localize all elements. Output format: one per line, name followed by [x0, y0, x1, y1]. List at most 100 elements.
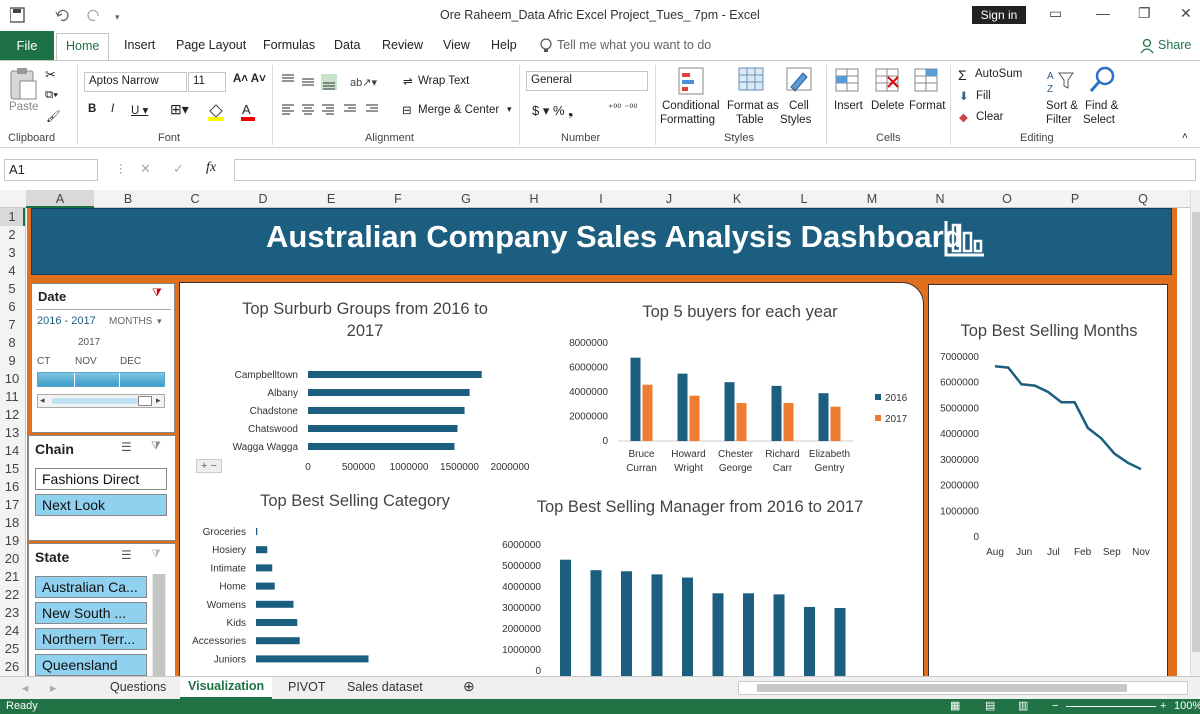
- fill-icon[interactable]: ⬇: [959, 89, 969, 103]
- sort-filter-icon[interactable]: AZ: [1047, 67, 1077, 97]
- format-painter-icon[interactable]: 🖌: [46, 109, 61, 123]
- tab-view[interactable]: View: [443, 38, 470, 52]
- col-header[interactable]: I: [586, 192, 616, 206]
- enter-icon[interactable]: ✓: [173, 161, 184, 177]
- row-header[interactable]: 2: [0, 227, 24, 242]
- prev-sheet-icon[interactable]: ◂: [22, 680, 28, 695]
- clear-button[interactable]: Clear: [976, 111, 1003, 123]
- find-select-icon[interactable]: [1088, 65, 1118, 97]
- row-header[interactable]: 3: [0, 245, 24, 260]
- zoom-out-icon[interactable]: −: [1052, 699, 1058, 714]
- merge-icon[interactable]: ⊟: [402, 103, 412, 117]
- sign-in-button[interactable]: Sign in: [972, 6, 1026, 24]
- tab-home[interactable]: Home: [56, 33, 110, 60]
- formula-input[interactable]: [234, 159, 1196, 181]
- slicer-item[interactable]: Next Look: [35, 494, 167, 516]
- slicer-item[interactable]: Northern Terr...: [35, 628, 147, 650]
- name-box[interactable]: A1: [4, 159, 98, 181]
- row-header[interactable]: 6: [0, 299, 24, 314]
- collapse-ribbon-icon[interactable]: ˄: [1182, 131, 1188, 142]
- chain-slicer[interactable]: Chain ☰ ⧩ Fashions Direct Next Look: [28, 435, 176, 541]
- page-break-icon[interactable]: ▥: [1018, 699, 1028, 714]
- cell-styles-label[interactable]: Cell: [789, 100, 809, 112]
- fill-button[interactable]: Fill: [976, 90, 991, 102]
- tab-help[interactable]: Help: [491, 38, 517, 52]
- insert-cells-label[interactable]: Insert: [834, 100, 863, 112]
- row-header[interactable]: 8: [0, 335, 24, 350]
- borders-icon[interactable]: ⊞▾: [170, 101, 189, 118]
- row-header[interactable]: 15: [0, 461, 24, 476]
- expand-collapse-icon[interactable]: + −: [196, 459, 222, 473]
- row-header[interactable]: 10: [0, 371, 24, 386]
- sheet-tab[interactable]: Questions: [110, 680, 166, 694]
- col-header[interactable]: K: [722, 192, 752, 206]
- currency-icon[interactable]: $ ▾ % ❟: [532, 103, 573, 119]
- row-header[interactable]: 7: [0, 317, 24, 332]
- row-header[interactable]: 12: [0, 407, 24, 422]
- restore-icon[interactable]: ❐: [1138, 5, 1151, 22]
- tab-page-layout[interactable]: Page Layout: [176, 38, 246, 52]
- horizontal-scrollbar[interactable]: [738, 681, 1188, 695]
- row-header[interactable]: 22: [0, 587, 24, 602]
- alignment-icons[interactable]: ab↗▾: [280, 73, 380, 133]
- tell-me-search[interactable]: Tell me what you want to do: [557, 38, 711, 52]
- italic-icon[interactable]: I: [111, 103, 114, 115]
- row-header[interactable]: 26: [0, 659, 24, 674]
- vertical-scrollbar[interactable]: [1190, 190, 1200, 676]
- autosum-button[interactable]: AutoSum: [975, 68, 1022, 80]
- timeline-scrollbar[interactable]: ◂ ▸: [37, 394, 165, 408]
- col-header[interactable]: B: [113, 192, 143, 206]
- copy-icon[interactable]: ⧉▾: [45, 89, 58, 102]
- col-header[interactable]: H: [519, 192, 549, 206]
- delete-cells-label[interactable]: Delete: [871, 100, 904, 112]
- find-select-label[interactable]: Find &: [1085, 100, 1118, 112]
- page-layout-icon[interactable]: ▤: [985, 699, 995, 714]
- row-header[interactable]: 25: [0, 641, 24, 656]
- col-header[interactable]: M: [857, 192, 887, 206]
- cancel-icon[interactable]: ✕: [140, 161, 151, 177]
- sort-filter-label2[interactable]: Filter: [1046, 114, 1072, 126]
- eraser-icon[interactable]: ◆: [959, 110, 968, 124]
- multi-select-icon[interactable]: ☰: [121, 548, 132, 562]
- col-header[interactable]: N: [925, 192, 955, 206]
- row-header[interactable]: 17: [0, 497, 24, 512]
- row-header[interactable]: 9: [0, 353, 24, 368]
- format-cells-label[interactable]: Format: [909, 100, 945, 112]
- function-icon[interactable]: fx: [206, 160, 216, 176]
- paste-icon[interactable]: [8, 67, 38, 101]
- tab-insert[interactable]: Insert: [124, 38, 155, 52]
- col-header[interactable]: P: [1060, 192, 1090, 206]
- col-header[interactable]: Q: [1128, 192, 1158, 206]
- zoom-in-icon[interactable]: +: [1160, 699, 1166, 714]
- row-header[interactable]: 21: [0, 569, 24, 584]
- more-icon[interactable]: ⋮: [115, 161, 127, 175]
- col-header[interactable]: O: [992, 192, 1022, 206]
- row-header[interactable]: 14: [0, 443, 24, 458]
- zoom-level[interactable]: 100%: [1174, 699, 1200, 714]
- chevron-down-icon[interactable]: ▾: [157, 316, 162, 327]
- row-header[interactable]: 18: [0, 515, 24, 530]
- next-sheet-icon[interactable]: ▸: [50, 680, 56, 695]
- row-header[interactable]: 5: [0, 281, 24, 296]
- col-header[interactable]: L: [789, 192, 819, 206]
- autosum-icon[interactable]: Σ: [958, 67, 967, 83]
- state-slicer[interactable]: State ☰ ⧩ Australian Ca... New South ...…: [28, 543, 176, 676]
- conditional-formatting-label[interactable]: Conditional: [662, 100, 720, 112]
- find-select-label2[interactable]: Select: [1083, 114, 1115, 126]
- col-header[interactable]: J: [654, 192, 684, 206]
- slicer-item[interactable]: New South ...: [35, 602, 147, 624]
- row-header[interactable]: 23: [0, 605, 24, 620]
- wrap-text-button[interactable]: Wrap Text: [418, 75, 469, 87]
- sheet-tab[interactable]: Sales dataset: [347, 680, 423, 694]
- decimal-icons[interactable]: ⁺⁰⁰ ⁻⁰⁰: [608, 103, 637, 114]
- time-level-dropdown[interactable]: MONTHS: [109, 316, 152, 327]
- slicer-scrollbar[interactable]: [152, 574, 166, 676]
- paste-button[interactable]: Paste: [9, 101, 38, 113]
- slicer-item[interactable]: Australian Ca...: [35, 576, 147, 598]
- row-header[interactable]: 4: [0, 263, 24, 278]
- tab-formulas[interactable]: Formulas: [263, 38, 315, 52]
- fill-color-icon[interactable]: [206, 101, 228, 121]
- row-header[interactable]: 19: [0, 533, 24, 548]
- row-header[interactable]: 11: [0, 389, 24, 404]
- close-icon[interactable]: ✕: [1180, 5, 1192, 22]
